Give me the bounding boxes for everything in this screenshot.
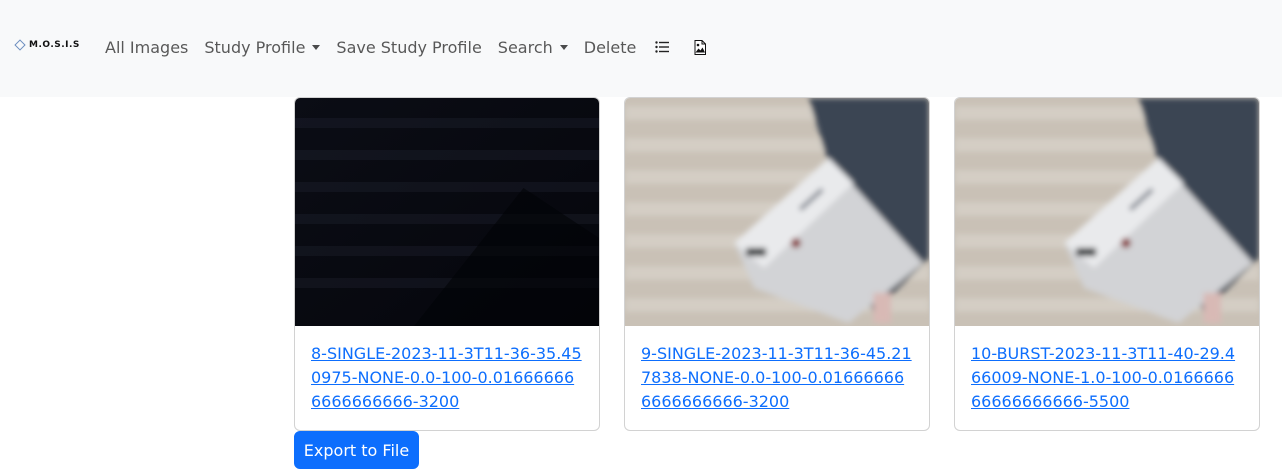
image-thumbnail[interactable]	[955, 98, 1259, 326]
brand-logo[interactable]: M.O.S.I.S	[14, 39, 80, 51]
image-card: 10-BURST-2023-11-3T11-40-29.466009-NONE-…	[954, 97, 1260, 431]
nav-search-dropdown[interactable]: Search	[490, 35, 576, 59]
brand-name: M.O.S.I.S	[29, 40, 80, 50]
navbar: M.O.S.I.S All Images Study Profile Save …	[0, 0, 1282, 97]
diamond-icon	[14, 39, 26, 51]
export-to-file-button[interactable]: Export to File	[294, 431, 419, 469]
nav-save-study-profile-label: Save Study Profile	[336, 37, 482, 57]
nav-all-images[interactable]: All Images	[97, 35, 196, 59]
image-link[interactable]: 8-SINGLE-2023-11-3T11-36-35.450975-NONE-…	[311, 344, 582, 411]
image-link[interactable]: 10-BURST-2023-11-3T11-40-29.466009-NONE-…	[971, 344, 1235, 411]
image-card: 8-SINGLE-2023-11-3T11-36-35.450975-NONE-…	[294, 97, 600, 431]
chevron-down-icon	[559, 44, 568, 50]
image-link[interactable]: 9-SINGLE-2023-11-3T11-36-45.217838-NONE-…	[641, 344, 912, 411]
image-thumbnail[interactable]	[625, 98, 929, 326]
nav-delete-label: Delete	[583, 37, 637, 57]
nav-menu: All Images Study Profile Save Study Prof…	[97, 35, 720, 59]
image-card: 9-SINGLE-2023-11-3T11-36-45.217838-NONE-…	[624, 97, 930, 431]
nav-all-images-label: All Images	[105, 37, 189, 57]
nav-study-profile-label: Study Profile	[204, 37, 306, 57]
nav-save-study-profile[interactable]: Save Study Profile	[328, 35, 489, 59]
image-file-icon[interactable]	[692, 39, 708, 55]
chevron-down-icon	[312, 44, 321, 50]
nav-search-label: Search	[497, 37, 553, 57]
nav-study-profile-dropdown[interactable]: Study Profile	[196, 35, 328, 59]
list-icon[interactable]	[654, 39, 670, 55]
image-thumbnail[interactable]	[295, 98, 599, 326]
nav-delete[interactable]: Delete	[576, 35, 645, 59]
